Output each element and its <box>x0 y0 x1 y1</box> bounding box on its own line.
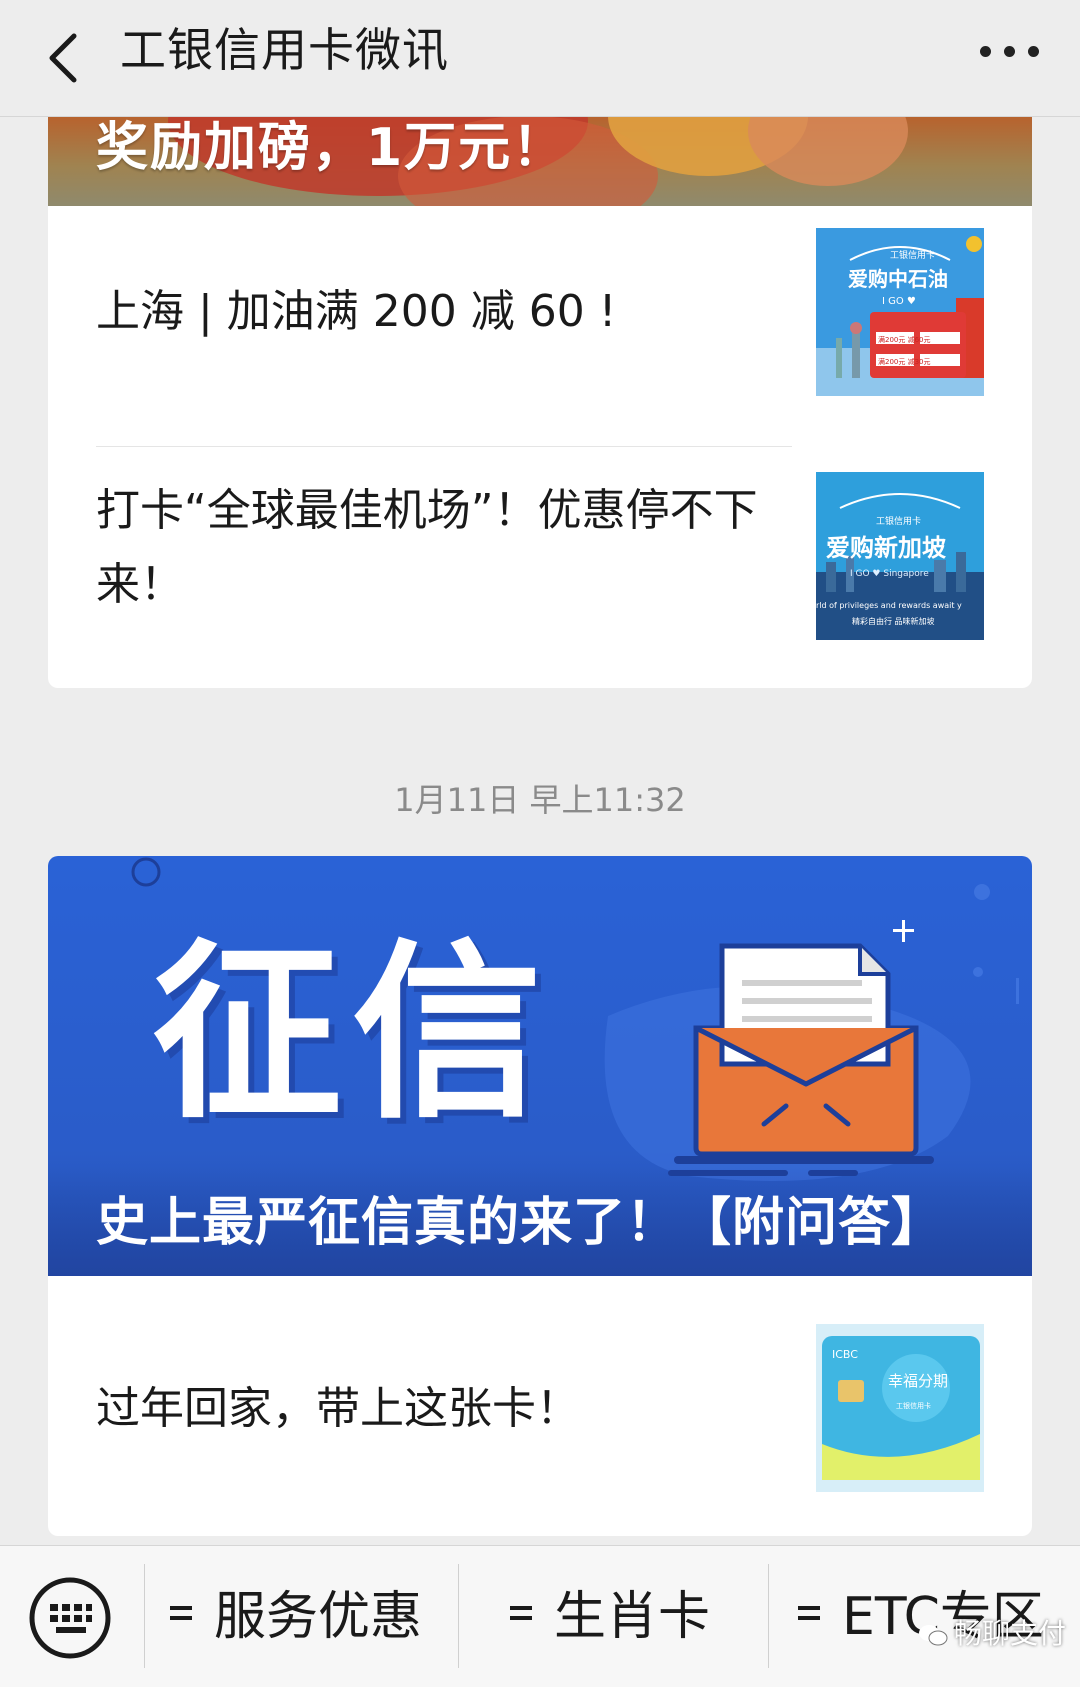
menu-item-label: 生肖卡 <box>554 1587 711 1647</box>
wechat-logo-icon <box>918 1625 948 1646</box>
banner-decoration <box>748 116 908 186</box>
chevron-left-icon <box>49 33 77 83</box>
watermark-text: 畅聊支付 <box>953 1617 1066 1650</box>
article-title: 上海 | 加油满 200 减 60 ! <box>96 286 617 337</box>
watermark: 畅聊支付 <box>918 1612 1066 1652</box>
banner-caption-bar: 史上最严征信真的来了！【附问答】 <box>48 1166 1032 1276</box>
banner-headline: 征信 <box>152 923 553 1144</box>
article-banner[interactable]: 征信 史上最严征信真的来了！【附问答】 <box>48 856 1032 1276</box>
thumb-sub: I GO ♥ <box>882 296 916 307</box>
thumb-sub: I GO ♥ Singapore <box>850 569 929 579</box>
article-title: 打卡“全球最佳机场”！优惠停不下来！ <box>96 485 758 610</box>
article-card: 征信 史上最严征信真的来了！【附问答】 过年回家，带上这张卡！ ICBC 幸福分… <box>48 856 1032 1536</box>
menu-item-service-offers[interactable]: 服务优惠 <box>170 1546 450 1687</box>
article-thumbnail: ICBC 幸福分期 工银信用卡 <box>816 1324 984 1492</box>
more-dots-icon <box>980 46 991 57</box>
article-card: 奖励加磅，1万元！ 上海 | 加油满 200 减 60 ! 工银信用卡 爱购中石… <box>48 116 1032 688</box>
menu-item-label: 服务优惠 <box>214 1587 423 1647</box>
keyboard-icon <box>29 1577 111 1659</box>
message-timestamp: 1月11日 早上11:32 <box>394 781 686 819</box>
article-item[interactable]: 打卡“全球最佳机场”！优惠停不下来！ 工银信用卡 爱购新加坡 I GO ♥ Si… <box>96 472 984 640</box>
item-divider <box>96 446 792 447</box>
back-button[interactable] <box>30 18 110 98</box>
menu-lines-icon <box>510 1606 532 1626</box>
thumb-footer: 精彩自由行 品味新加坡 <box>852 616 935 626</box>
banner-caption: 史上最严征信真的来了！【附问答】 <box>96 1193 945 1253</box>
menu-divider <box>768 1564 769 1668</box>
thumb-headline: 爱购中石油 <box>848 267 948 291</box>
thumb-brand: 工银信用卡 <box>876 515 921 527</box>
more-dots-icon <box>1004 46 1015 57</box>
card-text: 幸福分期 <box>888 1372 948 1390</box>
menu-lines-icon <box>170 1606 192 1626</box>
thumb-coupon: 满200元 减60元 <box>878 335 931 344</box>
credit-card-image: ICBC 幸福分期 工银信用卡 <box>816 1324 984 1492</box>
nav-header: 工银信用卡微讯 <box>0 0 1080 117</box>
menu-lines-icon <box>798 1606 820 1626</box>
card-sub: 工银信用卡 <box>896 1401 931 1410</box>
article-title: 过年回家，带上这张卡！ <box>96 1383 580 1434</box>
singapore-promo-image: 工银信用卡 爱购新加坡 I GO ♥ Singapore rld of priv… <box>816 472 984 640</box>
article-item[interactable]: 上海 | 加油满 200 减 60 ! 工银信用卡 爱购中石油 I GO ♥ 满… <box>96 228 984 396</box>
page-title: 工银信用卡微讯 <box>120 23 449 77</box>
thumb-footer: rld of privileges and rewards await y <box>816 601 962 610</box>
menu-item-zodiac-card[interactable]: 生肖卡 <box>510 1546 750 1687</box>
more-button[interactable] <box>970 28 1050 88</box>
keyboard-toggle-button[interactable] <box>28 1576 112 1660</box>
article-thumbnail: 工银信用卡 爱购新加坡 I GO ♥ Singapore rld of priv… <box>816 472 984 640</box>
thumb-brand: 工银信用卡 <box>890 249 935 261</box>
article-thumbnail: 工银信用卡 爱购中石油 I GO ♥ 满200元 减60元 满200元 减30元 <box>816 228 984 396</box>
menu-divider <box>144 1564 145 1668</box>
thumb-coupon: 满200元 减30元 <box>878 357 931 366</box>
petrochina-promo-image: 工银信用卡 爱购中石油 I GO ♥ 满200元 减60元 满200元 减30元 <box>816 228 984 396</box>
article-item[interactable]: 过年回家，带上这张卡！ ICBC 幸福分期 工银信用卡 <box>96 1324 984 1492</box>
banner-title: 奖励加磅，1万元！ <box>96 118 567 178</box>
article-banner[interactable]: 奖励加磅，1万元！ <box>48 116 1032 206</box>
thumb-headline: 爱购新加坡 <box>826 534 946 562</box>
menu-divider <box>458 1564 459 1668</box>
more-dots-icon <box>1028 46 1039 57</box>
card-brand: ICBC <box>832 1348 858 1361</box>
